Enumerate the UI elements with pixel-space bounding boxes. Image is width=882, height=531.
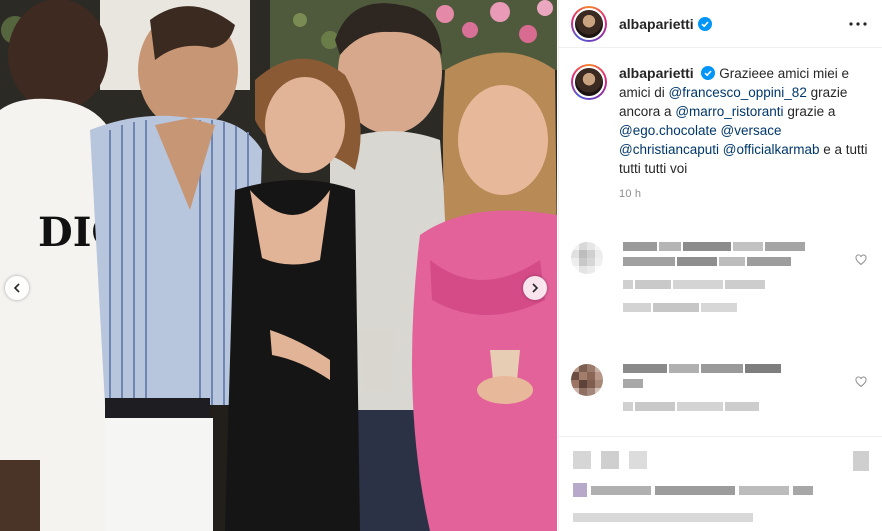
post-timestamp[interactable]: 10 h	[619, 188, 882, 200]
pixelated-bookmark	[853, 451, 869, 471]
heart-icon[interactable]	[855, 254, 867, 266]
caption-text-block: albaparietti Grazieee amici miei e amici…	[619, 64, 868, 178]
avatar-image	[573, 7, 605, 40]
pixelated-timestamp-line	[573, 513, 753, 522]
caption-avatar-image	[573, 66, 605, 98]
more-options-button[interactable]	[846, 12, 870, 36]
more-options-icon	[849, 21, 867, 26]
pixelated-avatar	[571, 242, 603, 274]
post-actions-bar	[559, 436, 882, 531]
pixelated-comment-text	[623, 242, 805, 318]
pixelated-comment-text	[623, 364, 781, 417]
verified-badge-icon	[701, 66, 716, 80]
mention-link[interactable]: @francesco_oppini_82	[669, 85, 807, 100]
mention-link[interactable]: @ego.chocolate	[619, 123, 717, 138]
pixelated-action-icons	[573, 451, 647, 469]
mention-link[interactable]: @officialkarmab	[723, 142, 820, 157]
post-header: albaparietti	[559, 0, 882, 48]
previous-photo-button[interactable]	[5, 276, 29, 300]
drink-glass	[360, 330, 395, 390]
avatar[interactable]	[571, 5, 607, 42]
chevron-left-icon	[13, 283, 20, 293]
mention-link[interactable]: @marro_ristoranti	[675, 104, 783, 119]
heart-icon[interactable]	[855, 376, 867, 388]
photo-illustration: DIO	[0, 0, 557, 531]
caption-text: grazie a	[787, 104, 836, 119]
caption-avatar[interactable]	[571, 64, 607, 100]
header-username[interactable]: albaparietti	[619, 16, 694, 32]
pixelated-avatar	[571, 364, 603, 396]
next-photo-button[interactable]	[523, 276, 547, 300]
verified-badge-icon	[697, 16, 712, 31]
post-photo: DIO	[0, 0, 557, 531]
caption-username[interactable]: albaparietti	[619, 65, 694, 81]
post-sidebar: albaparietti albaparietti Grazieee amici…	[558, 0, 882, 531]
mention-link[interactable]: @versace	[721, 123, 782, 138]
mention-link[interactable]: @christiancaputi	[619, 142, 719, 157]
chevron-right-icon	[532, 283, 539, 293]
comment-item	[571, 364, 781, 417]
post-caption: albaparietti Grazieee amici miei e amici…	[559, 48, 882, 178]
pixelated-likes-line	[573, 483, 813, 497]
comment-item	[571, 242, 805, 318]
